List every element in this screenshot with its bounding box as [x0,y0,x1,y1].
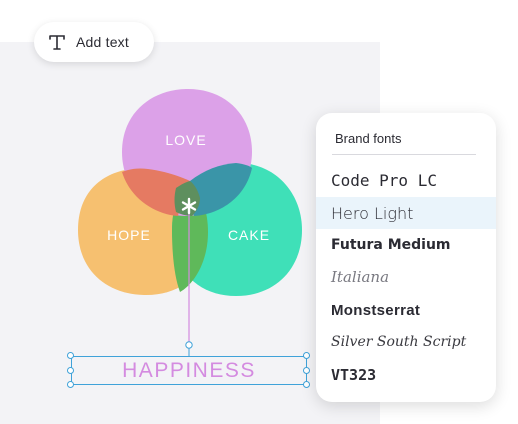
happiness-text[interactable]: HAPPINESS [122,359,256,383]
resize-handle-right[interactable] [303,367,310,374]
resize-handle-top-right[interactable] [303,352,310,359]
font-item-code-pro-lc[interactable]: Code Pro LC [316,164,496,196]
font-name: VT323 [331,366,377,384]
font-name: Code Pro LC [331,170,437,190]
font-item-hero-light[interactable]: Hero Light [316,197,496,229]
add-text-button[interactable]: Add text [34,22,154,62]
font-name: Hero Light [331,203,414,223]
text-icon [49,35,65,50]
font-name: Monstserrat [331,301,421,319]
font-item-silver-south-script[interactable]: Silver South Script [316,326,496,358]
font-name: Italiana [331,268,390,286]
font-item-vt323[interactable]: VT323 [316,359,496,391]
font-name: Silver South Script [331,334,467,350]
add-text-label: Add text [76,34,129,50]
font-name: Futura Medium [331,237,451,253]
resize-handle-bottom-right[interactable] [303,381,310,388]
font-item-futura-medium[interactable]: Futura Medium [316,229,496,261]
resize-handle-left[interactable] [67,367,74,374]
brand-fonts-title: Brand fonts [335,131,402,146]
font-item-italiana[interactable]: Italiana [316,261,496,293]
resize-handle-bottom-left[interactable] [67,381,74,388]
selected-text-box[interactable]: HAPPINESS [71,356,307,385]
resize-handle-top-left[interactable] [67,352,74,359]
font-item-monstserrat[interactable]: Monstserrat [316,294,496,326]
panel-divider [332,154,476,155]
cake-label: CAKE [228,227,270,243]
connector-handle[interactable] [185,341,193,349]
love-label: LOVE [165,132,206,148]
hope-label: HOPE [107,227,151,243]
